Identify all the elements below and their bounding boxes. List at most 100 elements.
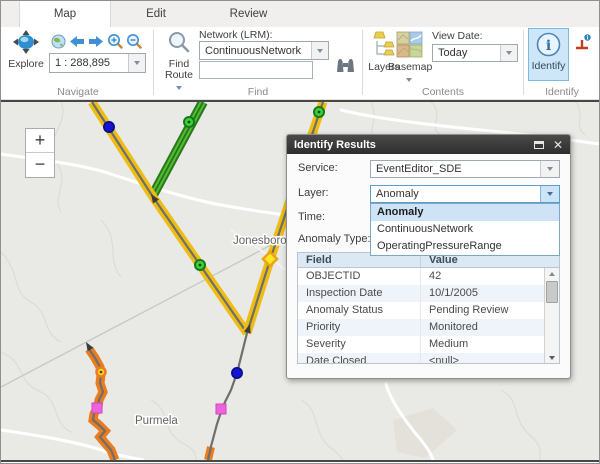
row-field: Date Closed	[298, 353, 421, 364]
table-row: Anomaly Status Pending Review	[298, 302, 544, 319]
group-identify: i Identify i Identify	[525, 27, 599, 100]
network-combobox[interactable]: ContinuousNetwork	[199, 41, 329, 60]
group-label-navigate: Navigate	[3, 86, 153, 98]
layer-option-continuousnetwork[interactable]: ContinuousNetwork	[371, 221, 559, 238]
identify-route-location-icon[interactable]: i	[573, 34, 592, 56]
identify-results-dialog: Identify Results ✕ Service: EventEditor_…	[286, 134, 571, 379]
layer-value: Anomaly	[371, 188, 540, 200]
route-orange-tail	[208, 447, 211, 460]
binoculars-icon[interactable]	[336, 58, 355, 80]
map-label-jonesboro: Jonesboro	[233, 235, 287, 247]
close-icon[interactable]: ✕	[553, 140, 563, 150]
map-zoom-in-button[interactable]: +	[26, 129, 54, 153]
basemap-button[interactable]: Basemap	[388, 31, 430, 85]
marker-pink-squares	[92, 403, 226, 414]
table-row: OBJECTID 42	[298, 268, 544, 285]
tab-review[interactable]: Review	[201, 1, 296, 27]
svg-text:i: i	[586, 36, 588, 42]
table-scrollbar[interactable]	[544, 268, 559, 363]
layer-dropdown-list: Anomaly ContinuousNetwork OperatingPress…	[370, 203, 560, 256]
scrollbar-thumb[interactable]	[546, 281, 558, 303]
service-label: Service:	[298, 162, 338, 174]
table-row: Priority Monitored	[298, 319, 544, 336]
previous-extent-icon[interactable]	[69, 35, 85, 53]
row-value: Monitored	[421, 319, 544, 336]
explore-button[interactable]: Explore	[5, 30, 47, 70]
network-dropdown-arrow[interactable]	[311, 42, 328, 59]
svg-text:i: i	[546, 38, 551, 54]
layer-label: Layer:	[298, 187, 329, 199]
find-route-label-2: Route	[159, 70, 199, 81]
group-find: Find Route Network (LRM): ContinuousNetw…	[155, 27, 361, 100]
explore-label: Explore	[5, 59, 47, 70]
map-zoom-out-button[interactable]: −	[26, 153, 54, 177]
app-window: Map Edit Review Explore	[0, 0, 600, 464]
service-value: EventEditor_SDE	[371, 163, 540, 175]
results-table: Field Value OBJECTID 42 Inspection Date …	[297, 252, 560, 364]
network-lrm-label: Network (LRM):	[199, 29, 273, 41]
tab-map[interactable]: Map	[19, 1, 111, 27]
anomaly-type-label: Anomaly Type:	[298, 233, 371, 245]
layer-option-operatingpressurerange[interactable]: OperatingPressureRange	[371, 238, 559, 255]
identify-icon: i	[536, 48, 561, 60]
scale-dropdown-arrow[interactable]	[128, 54, 145, 72]
scale-value: 1 : 288,895	[50, 57, 128, 69]
identify-button[interactable]: i Identify	[528, 28, 569, 81]
row-field: Inspection Date	[298, 285, 421, 302]
map-label-purmela: Purmela	[135, 415, 178, 427]
next-extent-icon[interactable]	[88, 35, 104, 53]
find-route-button[interactable]: Find Route	[159, 30, 199, 93]
group-label-find: Find	[155, 86, 361, 98]
basemap-dropdown-icon	[406, 78, 412, 82]
row-value: <null>	[421, 353, 544, 364]
group-contents: Layers Basemap	[364, 27, 522, 100]
group-separator	[362, 30, 363, 95]
map-zoom-control: + −	[25, 128, 55, 178]
row-field: OBJECTID	[298, 268, 421, 285]
group-label-contents: Contents	[364, 86, 522, 98]
group-navigate: Explore	[3, 27, 153, 100]
scrollbar-up-icon[interactable]	[545, 268, 559, 279]
group-separator	[523, 30, 524, 95]
scrollbar-down-icon[interactable]	[545, 352, 559, 363]
identify-label: Identify	[532, 60, 566, 72]
view-date-combobox[interactable]: Today	[432, 44, 518, 62]
table-row: Inspection Date 10/1/2005	[298, 285, 544, 302]
group-separator	[153, 30, 154, 95]
full-extent-icon[interactable]	[51, 34, 66, 54]
ribbon: Explore	[1, 27, 599, 100]
find-route-input[interactable]	[199, 61, 313, 79]
row-value: Medium	[421, 336, 544, 353]
service-dropdown-arrow[interactable]	[540, 161, 559, 177]
ribbon-tabbar: Map Edit Review	[1, 1, 599, 27]
row-field: Anomaly Status	[298, 302, 421, 319]
maximize-icon[interactable]	[534, 141, 544, 149]
tab-edit[interactable]: Edit	[111, 1, 201, 27]
view-date-dropdown-arrow[interactable]	[500, 45, 517, 61]
table-row: Severity Medium	[298, 336, 544, 353]
group-label-identify: Identify	[525, 86, 599, 98]
route-green	[153, 102, 203, 195]
table-row: Date Closed <null>	[298, 353, 544, 364]
layer-option-anomaly[interactable]: Anomaly	[371, 204, 559, 221]
dialog-title: Identify Results	[294, 139, 534, 151]
basemap-label: Basemap	[388, 62, 430, 73]
scale-combobox[interactable]: 1 : 288,895	[49, 53, 146, 73]
service-combobox[interactable]: EventEditor_SDE	[370, 160, 560, 178]
dialog-titlebar: Identify Results ✕	[287, 135, 570, 154]
zoom-out-icon[interactable]	[126, 33, 142, 54]
network-value: ContinuousNetwork	[200, 45, 311, 57]
view-date-label: View Date:	[432, 30, 483, 42]
row-value: 10/1/2005	[421, 285, 544, 302]
row-field: Severity	[298, 336, 421, 353]
route-gray	[208, 333, 247, 460]
time-label: Time:	[298, 211, 325, 223]
basemap-railroad	[1, 224, 311, 387]
layer-combobox[interactable]: Anomaly	[370, 185, 560, 203]
marker-yellow-circle	[97, 368, 106, 377]
row-value: Pending Review	[421, 302, 544, 319]
zoom-in-icon[interactable]	[107, 33, 123, 54]
row-field: Priority	[298, 319, 421, 336]
layer-dropdown-arrow[interactable]	[540, 186, 559, 202]
row-value: 42	[421, 268, 544, 285]
